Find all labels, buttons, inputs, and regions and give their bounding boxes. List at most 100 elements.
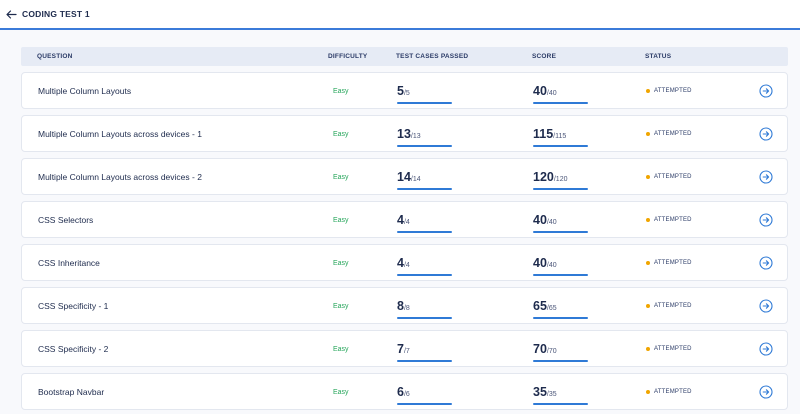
arrow-right-circle-icon[interactable] bbox=[759, 84, 773, 98]
status-dot bbox=[646, 347, 650, 351]
status-dot bbox=[646, 218, 650, 222]
status-dot bbox=[646, 304, 650, 308]
test-cases-progress-fill bbox=[397, 317, 452, 319]
score-value: 115 bbox=[533, 127, 554, 141]
question-title: CSS Selectors bbox=[38, 215, 94, 225]
score-value: 40 bbox=[533, 256, 547, 270]
question-title: Multiple Column Layouts across devices -… bbox=[38, 129, 202, 139]
test-cases-progress-bar bbox=[397, 188, 452, 190]
table-row[interactable]: CSS Specificity - 1 Easy 8/8 65/65 ATTEM… bbox=[21, 287, 788, 324]
test-cases-total: /5 bbox=[403, 90, 410, 97]
arrow-left-icon[interactable] bbox=[5, 8, 17, 20]
score-progress-fill bbox=[533, 317, 588, 319]
status-text: ATTEMPTED bbox=[654, 260, 692, 266]
score: 40/40 bbox=[533, 82, 588, 104]
test-cases-passed-value: 13 bbox=[397, 127, 411, 141]
arrow-right-circle-icon[interactable] bbox=[759, 256, 773, 270]
test-cases-passed-value: 8 bbox=[397, 299, 404, 313]
score-progress-fill bbox=[533, 231, 588, 233]
test-cases-progress-bar bbox=[397, 317, 452, 319]
status-badge: ATTEMPTED bbox=[646, 303, 692, 309]
table-row[interactable]: CSS Inheritance Easy 4/4 40/40 ATTEMPTED bbox=[21, 244, 788, 281]
arrow-right-circle-icon[interactable] bbox=[759, 213, 773, 227]
arrow-right-circle-icon[interactable] bbox=[759, 170, 773, 184]
column-header-difficulty: DIFFICULTY bbox=[328, 53, 368, 60]
test-cases-total: /14 bbox=[410, 176, 421, 183]
status-dot bbox=[646, 89, 650, 93]
score-total: /70 bbox=[546, 348, 557, 355]
table-header: QUESTION DIFFICULTY TEST CASES PASSED SC… bbox=[21, 47, 788, 66]
difficulty-label: Easy bbox=[333, 260, 349, 267]
test-cases-passed-value: 4 bbox=[397, 213, 404, 227]
arrow-right-circle-icon[interactable] bbox=[759, 127, 773, 141]
table-row[interactable]: CSS Selectors Easy 4/4 40/40 ATTEMPTED bbox=[21, 201, 788, 238]
test-cases-total: /7 bbox=[403, 348, 410, 355]
score-progress-fill bbox=[533, 274, 588, 276]
test-cases-progress-fill bbox=[397, 274, 452, 276]
score-total: /115 bbox=[553, 133, 567, 140]
page-title: CODING TEST 1 bbox=[22, 9, 90, 19]
status-badge: ATTEMPTED bbox=[646, 346, 692, 352]
question-title: Multiple Column Layouts across devices -… bbox=[38, 172, 202, 182]
column-header-question: QUESTION bbox=[37, 53, 73, 60]
test-cases-passed: 4/4 bbox=[397, 211, 452, 233]
column-header-score: SCORE bbox=[532, 53, 557, 60]
status-dot bbox=[646, 175, 650, 179]
score-progress-fill bbox=[533, 145, 588, 147]
score: 40/40 bbox=[533, 211, 588, 233]
table-row[interactable]: Multiple Column Layouts across devices -… bbox=[21, 158, 788, 195]
status-badge: ATTEMPTED bbox=[646, 389, 692, 395]
table-row[interactable]: Multiple Column Layouts across devices -… bbox=[21, 115, 788, 152]
score: 70/70 bbox=[533, 340, 588, 362]
difficulty-label: Easy bbox=[333, 389, 349, 396]
difficulty-label: Easy bbox=[333, 88, 349, 95]
score-progress-fill bbox=[533, 102, 588, 104]
test-cases-total: /13 bbox=[410, 133, 421, 140]
test-cases-passed-value: 6 bbox=[397, 385, 404, 399]
table-row[interactable]: CSS Specificity - 2 Easy 7/7 70/70 ATTEM… bbox=[21, 330, 788, 367]
score-value: 120 bbox=[533, 170, 554, 184]
table-row[interactable]: Multiple Column Layouts Easy 5/5 40/40 A… bbox=[21, 72, 788, 109]
arrow-right-circle-icon[interactable] bbox=[759, 299, 773, 313]
top-bar: CODING TEST 1 bbox=[0, 0, 800, 30]
status-dot bbox=[646, 390, 650, 394]
status-text: ATTEMPTED bbox=[654, 217, 692, 223]
score-value: 70 bbox=[533, 342, 547, 356]
status-dot bbox=[646, 261, 650, 265]
question-title: CSS Inheritance bbox=[38, 258, 100, 268]
difficulty-label: Easy bbox=[333, 217, 349, 224]
status-text: ATTEMPTED bbox=[654, 346, 692, 352]
status-text: ATTEMPTED bbox=[654, 131, 692, 137]
score-progress-bar bbox=[533, 102, 588, 104]
status-badge: ATTEMPTED bbox=[646, 260, 692, 266]
test-cases-passed: 8/8 bbox=[397, 297, 452, 319]
status-text: ATTEMPTED bbox=[654, 174, 692, 180]
test-cases-passed: 4/4 bbox=[397, 254, 452, 276]
score-progress-bar bbox=[533, 188, 588, 190]
status-dot bbox=[646, 132, 650, 136]
difficulty-label: Easy bbox=[333, 346, 349, 353]
test-cases-progress-fill bbox=[397, 231, 452, 233]
arrow-right-circle-icon[interactable] bbox=[759, 342, 773, 356]
test-cases-progress-fill bbox=[397, 403, 452, 405]
test-cases-passed: 14/14 bbox=[397, 168, 452, 190]
score-total: /120 bbox=[553, 176, 568, 183]
column-header-status: STATUS bbox=[645, 53, 672, 60]
test-cases-total: /6 bbox=[403, 391, 410, 398]
table-row[interactable]: Bootstrap Navbar Easy 6/6 35/35 ATTEMPTE… bbox=[21, 373, 788, 410]
test-cases-progress-bar bbox=[397, 231, 452, 233]
status-badge: ATTEMPTED bbox=[646, 174, 692, 180]
score: 115/115 bbox=[533, 125, 588, 147]
score: 65/65 bbox=[533, 297, 588, 319]
test-cases-passed: 13/13 bbox=[397, 125, 452, 147]
difficulty-label: Easy bbox=[333, 303, 349, 310]
status-badge: ATTEMPTED bbox=[646, 131, 692, 137]
question-title: Multiple Column Layouts bbox=[38, 86, 132, 96]
score-total: /40 bbox=[546, 219, 557, 226]
test-cases-progress-fill bbox=[397, 360, 452, 362]
arrow-right-circle-icon[interactable] bbox=[759, 385, 773, 399]
test-cases-passed-value: 5 bbox=[397, 84, 404, 98]
column-header-test-cases: TEST CASES PASSED bbox=[396, 53, 469, 60]
test-cases-progress-bar bbox=[397, 274, 452, 276]
test-cases-progress-fill bbox=[397, 188, 452, 190]
